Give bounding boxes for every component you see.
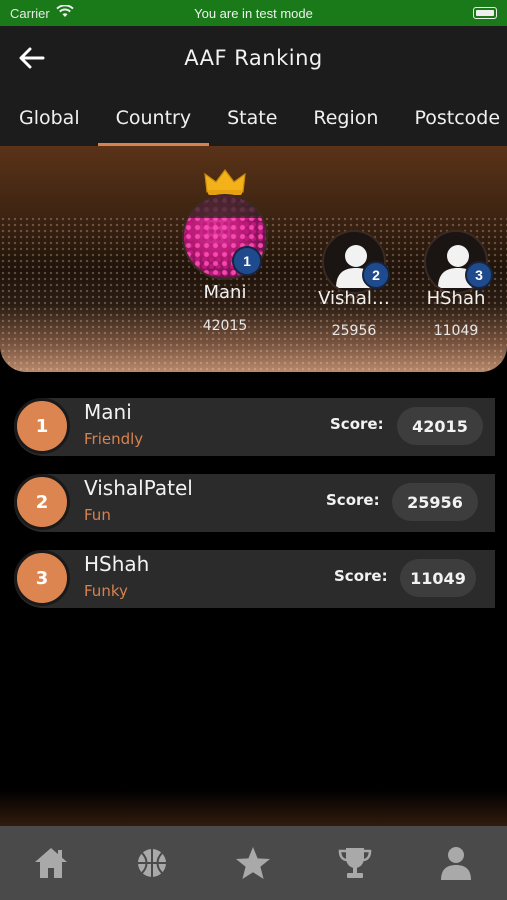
test-mode-banner: You are in test mode <box>194 5 313 21</box>
player-name: VishalPatel <box>84 476 193 500</box>
top-three-podium: 1 Mani 42015 2 Vishal… 25956 3 HShah 110… <box>0 146 507 372</box>
nav-games[interactable] <box>128 839 176 887</box>
rank-badge-3: 3 <box>465 261 493 289</box>
bottom-glow <box>0 790 507 826</box>
carrier-label: Carrier <box>10 5 50 21</box>
tab-region[interactable]: Region <box>295 90 396 146</box>
player-tag: Friendly <box>84 430 144 448</box>
profile-icon <box>441 847 472 880</box>
player-tag: Fun <box>84 506 111 524</box>
score-pill: 42015 <box>397 407 483 445</box>
rank-circle: 3 <box>14 550 70 606</box>
nav-profile[interactable] <box>432 839 480 887</box>
second-place-name: Vishal… <box>318 288 390 309</box>
trophy-icon <box>338 848 372 878</box>
star-icon <box>236 847 271 879</box>
status-left: Carrier <box>10 4 74 21</box>
photo-shadow <box>184 196 266 218</box>
page-title: AAF Ranking <box>184 46 323 70</box>
score-label: Score: <box>326 491 380 509</box>
player-tag: Funky <box>84 582 128 600</box>
rank-badge-2: 2 <box>362 261 390 289</box>
list-item[interactable]: 1 Mani Friendly Score: 42015 <box>14 398 495 456</box>
first-place-name: Mani <box>203 282 247 303</box>
rank-circle: 1 <box>14 398 70 454</box>
third-place-score: 11049 <box>433 323 479 339</box>
arrow-left-icon <box>19 47 45 69</box>
ranking-tabs: Global Country State Region Postcode <box>0 90 507 146</box>
list-item[interactable]: 3 HShah Funky Score: 11049 <box>14 550 495 608</box>
third-place-name: HShah <box>426 288 486 309</box>
bottom-navigation <box>0 826 507 900</box>
status-bar: Carrier You are in test mode <box>0 0 507 26</box>
score-label: Score: <box>334 567 388 585</box>
battery-icon <box>473 7 497 19</box>
back-button[interactable] <box>16 42 48 74</box>
tab-country[interactable]: Country <box>97 90 210 146</box>
basketball-icon <box>138 849 167 877</box>
list-item[interactable]: 2 VishalPatel Fun Score: 25956 <box>14 474 495 532</box>
rank-badge-1: 1 <box>232 246 262 276</box>
player-name: Mani <box>84 400 132 424</box>
player-name: HShah <box>84 552 150 576</box>
nav-ranking[interactable] <box>331 839 379 887</box>
tab-postcode[interactable]: Postcode <box>396 90 507 146</box>
score-label: Score: <box>330 415 384 433</box>
wifi-icon <box>56 4 74 21</box>
score-pill: 25956 <box>392 483 478 521</box>
score-pill: 11049 <box>400 559 476 597</box>
tab-global[interactable]: Global <box>0 90 98 146</box>
tab-state[interactable]: State <box>209 90 295 146</box>
first-place-score: 42015 <box>202 318 248 334</box>
home-icon <box>34 848 67 878</box>
nav-home[interactable] <box>27 839 75 887</box>
app-bar: AAF Ranking <box>0 26 507 90</box>
rank-circle: 2 <box>14 474 70 530</box>
second-place-score: 25956 <box>331 323 377 339</box>
nav-favorites[interactable] <box>229 839 277 887</box>
